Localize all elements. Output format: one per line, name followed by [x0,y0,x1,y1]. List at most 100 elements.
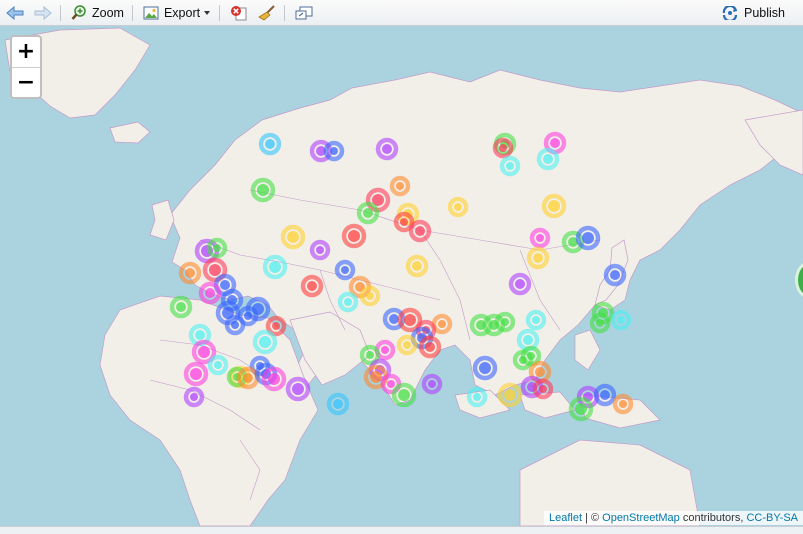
map-marker-core [370,371,382,383]
toolbar-separator [60,5,61,21]
broom-icon [258,5,276,21]
map-marker-core [533,253,543,263]
map-marker-core [214,361,222,369]
map-marker-core [515,279,525,289]
zoom-label: Zoom [92,6,124,20]
map-marker-core [454,203,462,211]
map-marker-core [527,352,535,360]
map-marker-core [535,367,545,377]
arrow-right-icon [34,6,52,20]
map-marker-core [575,403,587,415]
map-marker-core [363,208,373,218]
publish-icon [721,6,739,20]
map-marker-core [499,144,507,152]
map-marker-core [548,200,560,212]
map-marker-core [400,218,408,226]
map-marker-core [316,246,324,254]
map-marker-core [501,318,509,326]
leaflet-link[interactable]: Leaflet [549,512,582,524]
map-marker-core [550,138,560,148]
map-marker-core [532,316,540,324]
map-marker-core [523,335,533,345]
map-marker-core [412,261,422,271]
map-marker-core [307,281,317,291]
map-marker-core [213,244,221,252]
map-attribution: Leaflet | © OpenStreetMap contributors, … [544,511,803,525]
map-marker-core [403,341,411,349]
back-button[interactable] [2,2,28,24]
map-marker-core [292,383,304,395]
map-marker-core [387,380,395,388]
map-marker-core [438,320,446,328]
map-marker-core [205,288,215,298]
publish-button[interactable]: Publish [717,2,789,24]
map-marker-core [330,147,338,155]
map-marker-core [382,144,392,154]
toolbar-separator [284,5,285,21]
map-marker-core [617,316,625,324]
map-marker-core [536,234,544,242]
marker-layer [0,26,803,526]
map-marker-core [341,266,349,274]
map-marker-core [600,390,610,400]
publish-label: Publish [744,6,785,20]
attribution-contributors: contributors, [680,512,747,524]
map-marker-core [287,231,299,243]
map-marker-core [366,351,374,359]
attribution-separator: | © [582,512,602,524]
leaflet-map[interactable] [0,26,803,526]
popout-button[interactable] [291,2,317,24]
map-marker-core [506,162,514,170]
map-marker-core [259,336,271,348]
map-marker-core [333,399,343,409]
map-marker-core [381,346,389,354]
map-marker-core [195,330,205,340]
map-marker-core [190,368,202,380]
map-marker-core [428,380,436,388]
map-marker-core [268,373,280,385]
chevron-down-icon [203,10,211,16]
map-marker-core [198,346,210,358]
toolbar-separator [132,5,133,21]
arrow-left-icon [6,6,24,20]
map-marker-core [209,264,221,276]
zoom-control: + − [10,35,42,99]
license-link[interactable]: CC-BY-SA [746,512,798,524]
map-marker-core [398,389,410,401]
map-marker-core [190,393,198,401]
map-marker-core [415,226,425,236]
map-marker-core [220,280,230,290]
clear-all-button[interactable] [254,2,280,24]
map-marker-core [479,362,491,374]
forward-button[interactable] [30,2,56,24]
map-marker-core [344,298,352,306]
zoom-in-button[interactable]: + [12,37,40,68]
image-icon [143,6,159,20]
popout-window-icon [295,6,313,20]
map-marker-core [257,184,269,196]
map-marker-core [596,319,604,327]
toolbar-separator [219,5,220,21]
remove-plot-button[interactable] [226,2,252,24]
map-marker-core [176,302,186,312]
map-marker-core [619,400,627,408]
export-button[interactable]: Export [139,2,215,24]
zoom-button[interactable]: Zoom [67,2,128,24]
viewer-toolbar: Zoom Export [0,0,803,26]
remove-plot-icon [230,5,248,21]
map-marker-core [543,154,553,164]
map-marker-core [269,261,281,273]
zoom-icon [71,5,87,21]
map-marker-core [185,268,195,278]
map-marker-core [473,393,481,401]
map-marker-core [539,385,547,393]
zoom-out-button[interactable]: − [12,68,40,98]
map-marker-core [272,322,280,330]
map-marker-core [610,270,620,280]
map-marker-core [366,292,374,300]
map-marker-core [348,230,360,242]
export-label: Export [164,6,200,20]
map-marker-core [244,312,252,320]
map-marker-core [231,321,239,329]
osm-link[interactable]: OpenStreetMap [602,512,680,524]
